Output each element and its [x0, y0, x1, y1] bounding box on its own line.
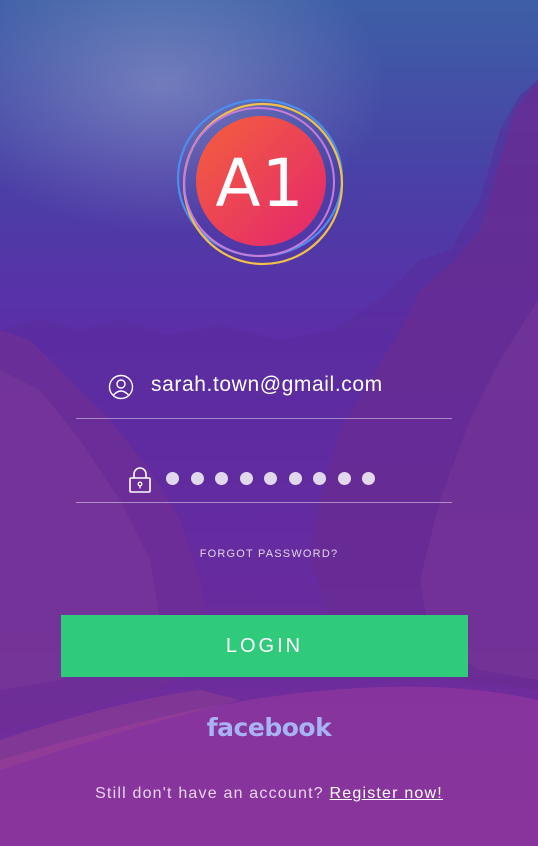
- password-mask[interactable]: [166, 472, 387, 485]
- password-dot: [166, 472, 179, 485]
- register-prompt: Still don't have an account? Register no…: [0, 785, 538, 803]
- app-logo: A1: [176, 98, 346, 268]
- email-value[interactable]: sarah.town@gmail.com: [151, 372, 383, 398]
- logo-text: A1: [215, 144, 305, 222]
- password-dot: [362, 472, 375, 485]
- forgot-password-link[interactable]: FORGOT PASSWORD?: [0, 548, 538, 560]
- register-prompt-text: Still don't have an account?: [95, 785, 330, 802]
- password-dot: [288, 472, 302, 485]
- login-button[interactable]: LOGIN: [61, 615, 468, 677]
- register-link[interactable]: Register now!: [330, 785, 443, 802]
- password-dot: [239, 472, 253, 485]
- user-circle-icon: [108, 374, 134, 400]
- lock-icon: [129, 467, 151, 493]
- password-dot: [264, 472, 277, 485]
- password-dot: [313, 472, 326, 485]
- password-field[interactable]: [76, 456, 452, 503]
- password-dot: [190, 472, 204, 485]
- email-field[interactable]: sarah.town@gmail.com: [76, 372, 452, 419]
- facebook-login-link[interactable]: facebook: [0, 713, 538, 742]
- password-dot: [215, 472, 228, 485]
- password-dot: [337, 472, 351, 485]
